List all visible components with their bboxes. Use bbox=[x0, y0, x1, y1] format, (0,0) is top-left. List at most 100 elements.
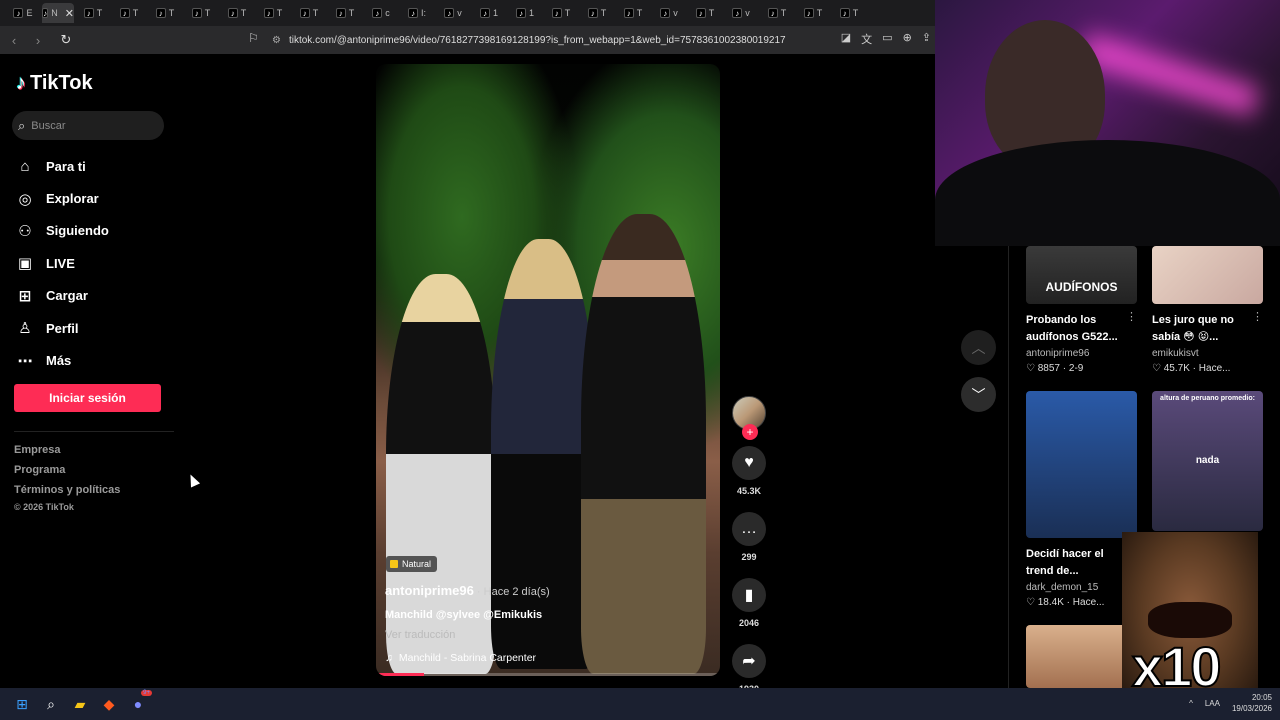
sidebar-item-perfil[interactable]: ♙ Perfil bbox=[16, 312, 176, 344]
login-button[interactable]: Iniciar sesión bbox=[14, 384, 161, 412]
browser-tab[interactable]: ♪ T bbox=[256, 3, 290, 23]
video-player[interactable]: Natural antoniprime96 · Hace 2 día(s) Ma… bbox=[376, 64, 720, 676]
tab-label: T bbox=[348, 8, 355, 18]
recommended-card[interactable]: Decidí hacer el trend de... dark_demon_1… bbox=[1026, 391, 1137, 608]
sidebar-item-cargar[interactable]: ⊞ Cargar bbox=[16, 280, 176, 312]
comment-action[interactable]: … 299 bbox=[732, 512, 766, 562]
browser-tab[interactable]: ♪ v bbox=[436, 3, 470, 23]
file-explorer-icon[interactable]: ▰ bbox=[68, 692, 92, 716]
comment-icon[interactable]: … bbox=[732, 512, 766, 546]
search-taskbar-icon[interactable]: ⌕ bbox=[39, 692, 63, 716]
recommended-card[interactable]: ⋮ Les juro que no sabía 😳 😝... emikukisv… bbox=[1152, 246, 1263, 374]
browser-tab[interactable]: ♪ 1 bbox=[508, 3, 542, 23]
tab-close-icon[interactable]: ✕ bbox=[65, 7, 74, 20]
browser-tab[interactable]: ♪ v bbox=[724, 3, 758, 23]
share-icon[interactable]: ⇪ bbox=[922, 31, 931, 47]
language-indicator[interactable]: LAA bbox=[1205, 699, 1220, 708]
browser-tab[interactable]: ♪ T bbox=[292, 3, 326, 23]
video-progress-track[interactable] bbox=[376, 673, 720, 676]
save-action[interactable]: ▮ 2046 bbox=[732, 578, 766, 628]
previous-video-button[interactable]: ︿ bbox=[961, 330, 996, 365]
browser-tab[interactable]: ♪ T bbox=[76, 3, 110, 23]
reload-button[interactable]: ↻ bbox=[56, 30, 76, 50]
browser-tab[interactable]: ♪ T bbox=[832, 3, 866, 23]
card-title[interactable]: Probando los audífonos G522... bbox=[1026, 312, 1137, 346]
card-thumbnail[interactable]: AUDÍFONOS bbox=[1026, 246, 1137, 304]
heart-icon[interactable]: ♥ bbox=[732, 446, 766, 480]
discord-icon[interactable]: ● 9+ bbox=[126, 690, 152, 716]
sidebar-item-live[interactable]: ▣ LIVE bbox=[16, 247, 176, 279]
browser-tab[interactable]: ♪ T bbox=[112, 3, 146, 23]
tray-chevron-icon[interactable]: ^ bbox=[1189, 699, 1193, 708]
card-author[interactable]: emikukisvt bbox=[1152, 348, 1263, 359]
browser-tab[interactable]: ♪ T bbox=[220, 3, 254, 23]
browser-tab[interactable]: ♪ T bbox=[760, 3, 794, 23]
footer-link-terminos[interactable]: Términos y políticas bbox=[14, 484, 120, 504]
sidebar-item-para-ti[interactable]: ⌂ Para ti bbox=[16, 150, 176, 182]
zoom-icon[interactable]: ⊕ bbox=[903, 31, 912, 47]
card-thumbnail[interactable]: altura de peruano promedio: nada bbox=[1152, 391, 1263, 531]
video-progress-bar[interactable] bbox=[376, 673, 425, 676]
browser-tab[interactable]: ♪ T bbox=[328, 3, 362, 23]
browser-tab[interactable]: ♪ T bbox=[580, 3, 614, 23]
translate-icon[interactable]: 文 bbox=[861, 31, 872, 47]
reader-icon[interactable]: ◪ bbox=[841, 31, 851, 47]
browser-tab[interactable]: ♪ N ✕ bbox=[42, 3, 74, 23]
video-author[interactable]: antoniprime96 · Hace 2 día(s) bbox=[385, 583, 550, 598]
browser-tab[interactable]: ♪ T bbox=[616, 3, 650, 23]
browser-tab[interactable]: ♪ T bbox=[796, 3, 830, 23]
effect-badge[interactable]: Natural bbox=[386, 556, 438, 572]
brave-browser-icon[interactable]: ◆ bbox=[97, 692, 121, 716]
more-options-icon[interactable]: ⋮ bbox=[1126, 310, 1137, 323]
sidebar-item-explorar[interactable]: ◎ Explorar bbox=[16, 182, 176, 214]
clock[interactable]: 20:05 19/03/2026 bbox=[1232, 692, 1272, 714]
card-title[interactable]: Les juro que no sabía 😳 😝... bbox=[1152, 312, 1263, 346]
forward-button[interactable]: › bbox=[28, 30, 48, 50]
site-info-icon[interactable]: ⚙ bbox=[272, 35, 281, 46]
address-bar[interactable]: ⚙ tiktok.com/@antoniprime96/video/761827… bbox=[272, 29, 812, 51]
sidebar-item-más[interactable]: ⋯ Más bbox=[16, 344, 176, 376]
share-arrow-icon[interactable]: ➦ bbox=[732, 644, 766, 678]
browser-tab[interactable]: ♪ T bbox=[544, 3, 578, 23]
creator-avatar[interactable]: + bbox=[732, 396, 766, 440]
tiktok-logo[interactable]: ♪ TikTok bbox=[16, 72, 93, 95]
card-title[interactable]: Decidí hacer el trend de... bbox=[1026, 546, 1137, 580]
browser-tab[interactable]: ♪ E bbox=[6, 3, 40, 23]
sidebar-item-siguiendo[interactable]: ⚇ Siguiendo bbox=[16, 215, 176, 247]
recommended-card[interactable]: altura de peruano promedio: nada bbox=[1152, 391, 1263, 531]
share-action[interactable]: ➦ 1930 bbox=[732, 644, 766, 694]
card-thumbnail[interactable] bbox=[1026, 391, 1137, 538]
browser-tab[interactable]: ♪ 1 bbox=[472, 3, 506, 23]
author-name[interactable]: antoniprime96 bbox=[385, 583, 474, 598]
card-author[interactable]: dark_demon_15 bbox=[1026, 582, 1137, 593]
windows-start-icon[interactable]: ⊞ bbox=[10, 692, 34, 716]
search-input[interactable] bbox=[31, 119, 152, 132]
music-title[interactable]: Manchild - Sabrina Carpenter bbox=[399, 652, 536, 664]
follow-plus-icon[interactable]: + bbox=[742, 424, 758, 440]
card-thumbnail[interactable] bbox=[1026, 625, 1137, 688]
recommended-card[interactable] bbox=[1026, 625, 1137, 688]
browser-tab[interactable]: ♪ T bbox=[688, 3, 722, 23]
translate-link[interactable]: Ver traducción bbox=[385, 629, 455, 641]
footer-link-empresa[interactable]: Empresa bbox=[14, 444, 120, 464]
browser-tab[interactable]: ♪ T bbox=[184, 3, 218, 23]
recommended-card[interactable]: AUDÍFONOS ⋮ Probando los audífonos G522.… bbox=[1026, 246, 1137, 374]
bookmark-save-icon[interactable]: ▮ bbox=[732, 578, 766, 612]
browser-tab[interactable]: ♪ c bbox=[364, 3, 398, 23]
footer-link-programa[interactable]: Programa bbox=[14, 464, 120, 484]
card-thumbnail[interactable] bbox=[1152, 246, 1263, 304]
url-text[interactable]: tiktok.com/@antoniprime96/video/76182773… bbox=[289, 35, 786, 46]
search-box[interactable]: ⌕ bbox=[12, 111, 164, 140]
next-video-button[interactable]: ﹀ bbox=[961, 377, 996, 412]
bookmark-icon[interactable]: ⚐ bbox=[248, 31, 262, 49]
browser-tab[interactable]: ♪ T bbox=[148, 3, 182, 23]
cast-icon[interactable]: ▭ bbox=[882, 31, 892, 47]
music-info[interactable]: ♫ Manchild - Sabrina Carpenter bbox=[385, 652, 536, 664]
back-button[interactable]: ‹ bbox=[4, 30, 24, 50]
browser-tab[interactable]: ♪ I: bbox=[400, 3, 434, 23]
like-action[interactable]: ♥ 45.3K bbox=[732, 446, 766, 496]
browser-tab[interactable]: ♪ v bbox=[652, 3, 686, 23]
more-options-icon[interactable]: ⋮ bbox=[1252, 310, 1263, 323]
clock-date: 19/03/2026 bbox=[1231, 704, 1272, 713]
card-author[interactable]: antoniprime96 bbox=[1026, 348, 1137, 359]
